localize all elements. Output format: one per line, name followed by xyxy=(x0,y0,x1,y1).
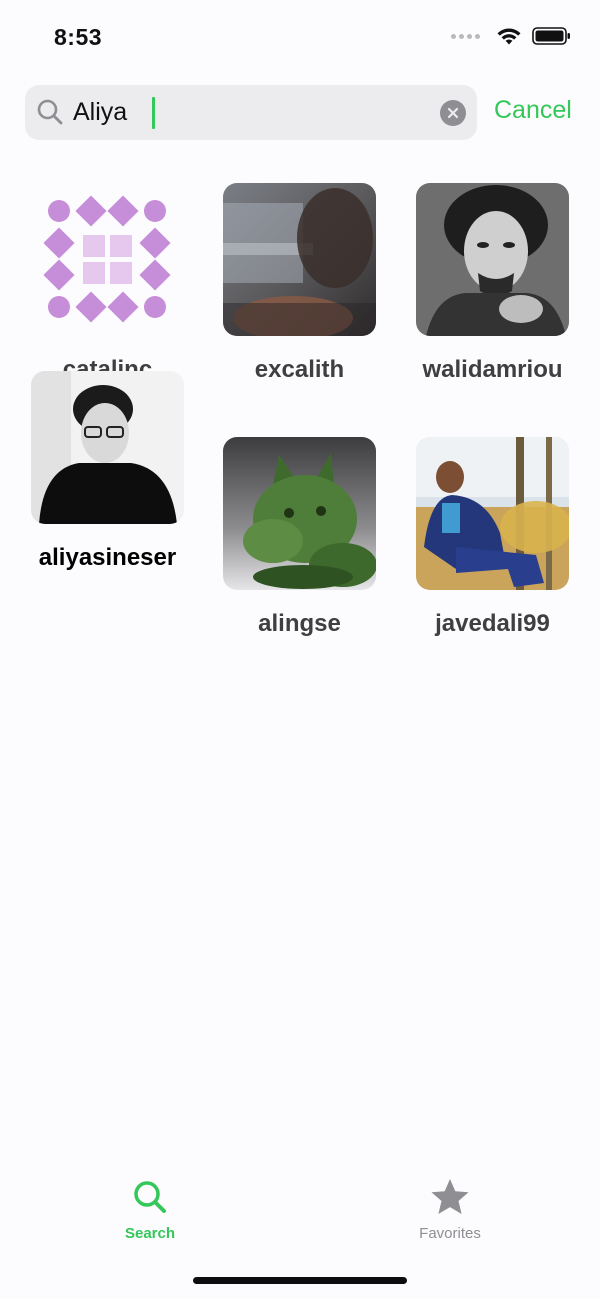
username-label: alingse xyxy=(258,610,341,637)
bw-glasses-portrait-avatar xyxy=(31,371,184,524)
result-item[interactable]: alingse xyxy=(223,437,376,638)
result-item[interactable]: catalinc xyxy=(31,183,184,384)
status-icons xyxy=(451,26,572,46)
wifi-icon xyxy=(497,28,521,45)
username-label: javedali99 xyxy=(435,610,550,637)
search-query[interactable]: Aliya xyxy=(73,97,127,128)
username-label: excalith xyxy=(254,356,345,383)
tab-favorites[interactable]: Favorites xyxy=(390,1178,510,1242)
blurred-portrait-avatar xyxy=(223,183,376,336)
result-item[interactable]: walidamriou xyxy=(416,183,569,384)
search-icon xyxy=(37,99,63,125)
result-item[interactable]: javedali99 xyxy=(416,437,569,638)
cancel-button[interactable]: Cancel xyxy=(494,96,572,125)
username-label: walidamriou xyxy=(422,356,563,383)
search-input[interactable]: Aliya xyxy=(25,85,477,140)
tab-favorites-label: Favorites xyxy=(419,1225,481,1242)
username-label: aliyasineser xyxy=(38,544,177,571)
close-icon xyxy=(447,107,459,119)
search-icon xyxy=(134,1181,166,1213)
result-item[interactable]: aliyasineser xyxy=(31,371,184,572)
outdoor-portrait-avatar xyxy=(416,437,569,590)
clear-search-button[interactable] xyxy=(440,100,466,126)
tab-search[interactable]: Search xyxy=(90,1178,210,1242)
status-time: 8:53 xyxy=(54,24,103,50)
text-caret xyxy=(152,97,155,129)
search-screen: 8:53 Aliya Cancel catalinc excalith wali… xyxy=(0,0,600,1298)
green-ceramic-dog-avatar xyxy=(223,437,376,590)
home-indicator xyxy=(193,1277,407,1284)
battery-icon xyxy=(532,27,570,45)
cellular-signal-icon xyxy=(451,33,480,39)
star-icon xyxy=(431,1179,469,1214)
tab-search-label: Search xyxy=(124,1225,176,1242)
purple-pattern-avatar xyxy=(31,183,184,336)
bw-portrait-avatar xyxy=(416,183,569,336)
result-item[interactable]: excalith xyxy=(223,183,376,384)
